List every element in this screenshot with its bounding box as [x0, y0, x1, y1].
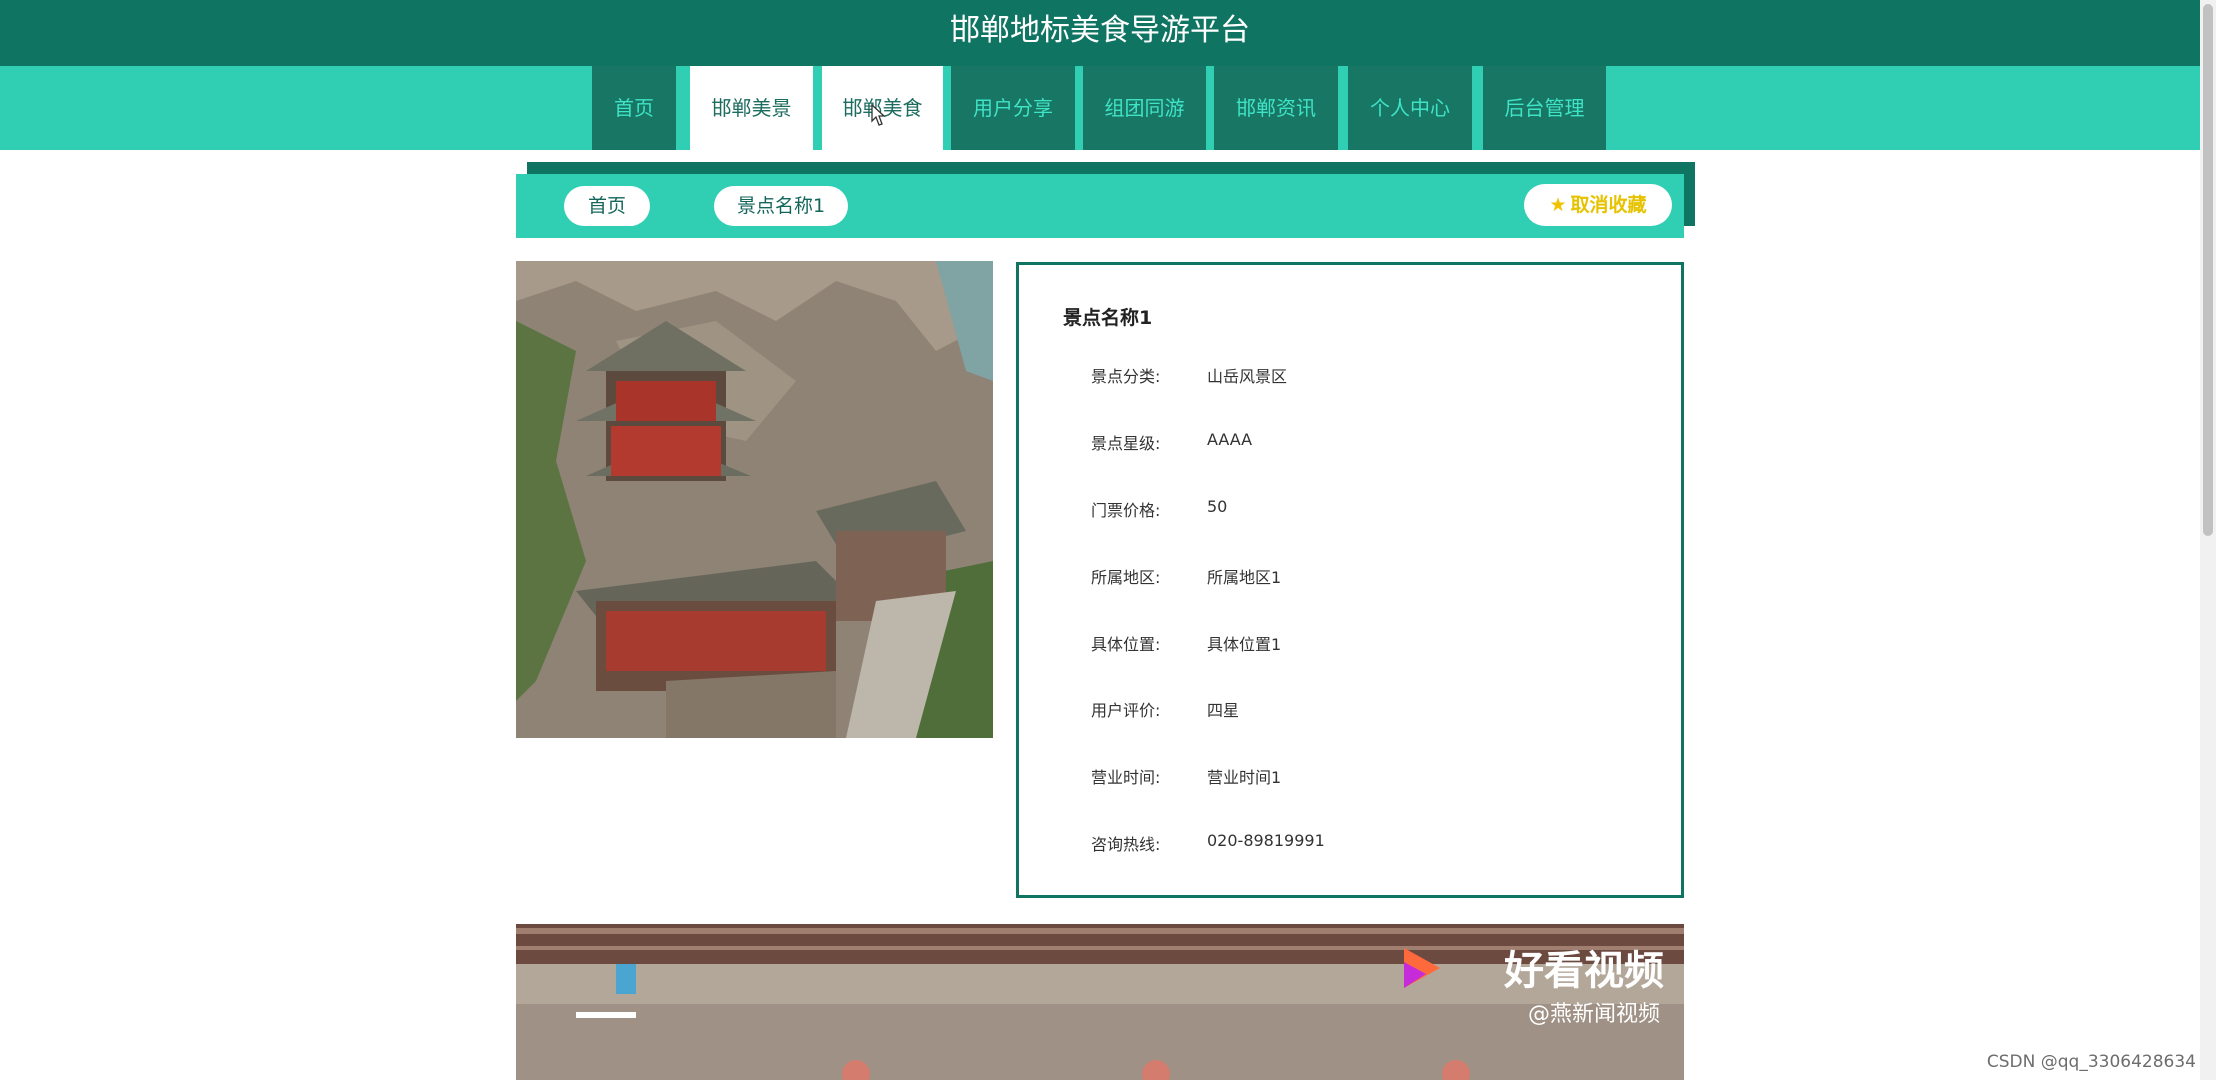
region-label: 所属地区: — [1091, 568, 1161, 587]
star-level-value: AAAA — [1207, 430, 1253, 449]
hotline-value: 020-89819991 — [1207, 831, 1325, 850]
unfavorite-button[interactable]: ★ 取消收藏 — [1524, 184, 1672, 226]
nav-item-news[interactable]: 邯郸资讯 — [1214, 66, 1338, 150]
mouse-cursor-icon — [871, 103, 886, 126]
haokan-logo-icon — [1404, 948, 1440, 988]
breadcrumb-current[interactable]: 景点名称1 — [714, 186, 848, 226]
star-level-label: 景点星级: — [1091, 434, 1161, 453]
user-rating-value: 四星 — [1207, 701, 1240, 720]
ticket-price-value: 50 — [1207, 497, 1228, 516]
star-icon: ★ — [1549, 194, 1567, 216]
location-label: 具体位置: — [1091, 635, 1161, 654]
region-value: 所属地区1 — [1207, 568, 1282, 587]
category-value: 山岳风景区 — [1207, 367, 1288, 386]
site-header: 邯郸地标美食导游平台 — [0, 0, 2200, 66]
nav-item-home[interactable]: 首页 — [592, 66, 676, 150]
video-player[interactable]: 好看视频 @燕新闻视频 — [516, 924, 1684, 1080]
breadcrumb: 首页 景点名称1 ★ 取消收藏 — [516, 174, 1684, 238]
nav-item-admin[interactable]: 后台管理 — [1483, 66, 1606, 150]
csdn-watermark: CSDN @qq_3306428634 — [1986, 1052, 2196, 1072]
nav-item-scenery[interactable]: 邯郸美景 — [690, 66, 813, 150]
site-title: 邯郸地标美食导游平台 — [950, 13, 1250, 48]
unfavorite-label: 取消收藏 — [1570, 194, 1647, 216]
page-scrollbar[interactable] — [2200, 0, 2216, 1080]
ticket-price-label: 门票价格: — [1091, 501, 1161, 520]
category-label: 景点分类: — [1091, 367, 1161, 386]
scrollbar-thumb[interactable] — [2203, 4, 2213, 536]
breadcrumb-home[interactable]: 首页 — [564, 186, 650, 226]
opening-hours-label: 营业时间: — [1091, 768, 1161, 787]
user-rating-label: 用户评价: — [1091, 701, 1161, 720]
opening-hours-value: 营业时间1 — [1207, 768, 1282, 787]
location-value: 具体位置1 — [1207, 635, 1282, 654]
hotline-label: 咨询热线: — [1091, 835, 1161, 854]
nav-item-user-share[interactable]: 用户分享 — [951, 66, 1075, 150]
main-nav: 首页 邯郸美景 邯郸美食 用户分享 组团同游 邯郸资讯 个人中心 后台管理 — [0, 66, 2200, 150]
temple-cliff-image — [516, 261, 993, 738]
video-source-watermark: @燕新闻视频 — [1527, 1002, 1660, 1027]
nav-item-group-tour[interactable]: 组团同游 — [1083, 66, 1206, 150]
nav-item-personal-center[interactable]: 个人中心 — [1348, 66, 1472, 150]
video-brand-watermark: 好看视频 — [1504, 948, 1664, 994]
detail-panel: 景点名称1 景点分类: 山岳风景区 景点星级: AAAA 门票价格: 50 所属… — [1016, 262, 1684, 898]
detail-title: 景点名称1 — [1063, 307, 1153, 329]
scenic-spot-photo — [516, 261, 993, 738]
